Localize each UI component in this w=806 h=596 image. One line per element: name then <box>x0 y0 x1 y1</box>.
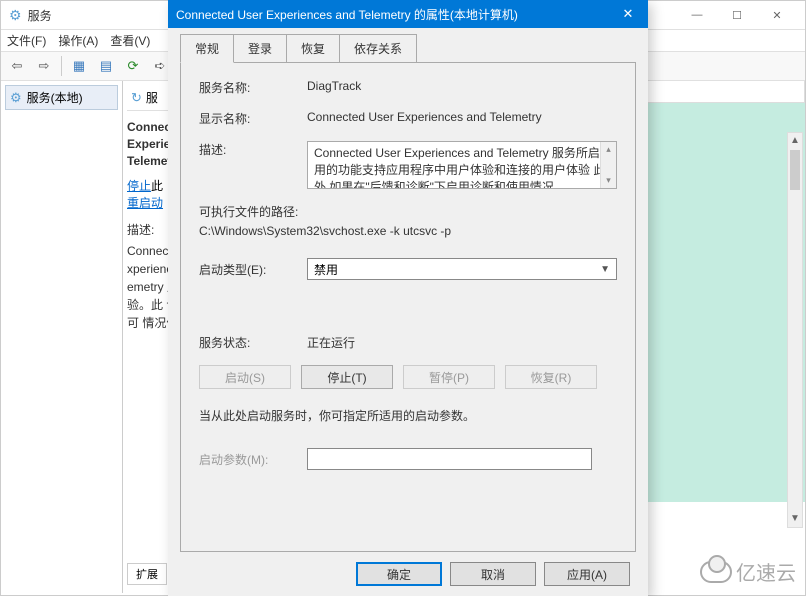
startup-type-select[interactable]: 禁用 ▼ <box>307 258 617 280</box>
description-textbox[interactable]: Connected User Experiences and Telemetry… <box>307 141 617 189</box>
chevron-down-icon: ▼ <box>600 264 610 275</box>
tree-item-services-local[interactable]: ⚙ 服务(本地) <box>5 85 118 110</box>
tab-dependencies[interactable]: 依存关系 <box>339 34 417 62</box>
toolbar-refresh-icon[interactable]: ⟳ <box>121 54 145 78</box>
watermark: 亿速云 <box>700 557 796 586</box>
toolbar-grid-icon[interactable]: ▦ <box>67 54 91 78</box>
nav-forward-button[interactable]: ⇨ <box>32 54 56 78</box>
close-button[interactable]: ✕ <box>757 1 797 29</box>
cancel-button[interactable]: 取消 <box>450 562 536 586</box>
scroll-up-arrow[interactable]: ▲ <box>788 133 802 149</box>
tab-extended[interactable]: 扩展 <box>127 563 167 585</box>
refresh-icon: ↻ <box>131 90 142 106</box>
up-arrow-icon[interactable]: ▴ <box>601 142 616 157</box>
tree-item-label: 服务(本地) <box>27 89 83 106</box>
value-service-status: 正在运行 <box>307 334 617 351</box>
hint-text: 当从此处启动服务时，你可指定所适用的启动参数。 <box>199 407 617 424</box>
value-display-name: Connected User Experiences and Telemetry <box>307 110 617 124</box>
scroll-down-arrow[interactable]: ▼ <box>788 511 802 527</box>
tab-strip: 常规 登录 恢复 依存关系 <box>168 34 648 62</box>
start-params-input <box>307 448 592 470</box>
down-arrow-icon[interactable]: ▾ <box>601 173 616 188</box>
start-button: 启动(S) <box>199 365 291 389</box>
resume-button: 恢复(R) <box>505 365 597 389</box>
dialog-titlebar: Connected User Experiences and Telemetry… <box>168 0 648 28</box>
dialog-title: Connected User Experiences and Telemetry… <box>176 6 608 23</box>
tab-recovery[interactable]: 恢复 <box>286 34 340 62</box>
minimize-button[interactable]: — <box>677 1 717 29</box>
value-exe-path: C:\Windows\System32\svchost.exe -k utcsv… <box>199 224 617 238</box>
tab-general[interactable]: 常规 <box>180 34 234 63</box>
gear-icon: ⚙ <box>9 7 22 24</box>
label-startup-type: 启动类型(E): <box>199 261 307 278</box>
ok-button[interactable]: 确定 <box>356 562 442 586</box>
stop-button[interactable]: 停止(T) <box>301 365 393 389</box>
apply-button[interactable]: 应用(A) <box>544 562 630 586</box>
menu-action[interactable]: 操作(A) <box>58 32 98 49</box>
label-start-params: 启动参数(M): <box>199 451 307 468</box>
startup-type-value: 禁用 <box>314 261 338 278</box>
label-service-name: 服务名称: <box>199 79 307 96</box>
tab-content-general: 服务名称: DiagTrack 显示名称: Connected User Exp… <box>180 62 636 552</box>
scrollbar[interactable]: ▲ ▼ <box>787 132 803 528</box>
scroll-thumb[interactable] <box>790 150 800 190</box>
label-description: 描述: <box>199 141 307 158</box>
dialog-close-button[interactable]: ✕ <box>608 0 648 28</box>
label-service-status: 服务状态: <box>199 334 307 351</box>
value-service-name: DiagTrack <box>307 79 617 93</box>
menu-file[interactable]: 文件(F) <box>7 32 46 49</box>
gear-icon: ⚙ <box>10 90 22 106</box>
pause-button: 暂停(P) <box>403 365 495 389</box>
stop-link[interactable]: 停止 <box>127 179 151 193</box>
menu-view[interactable]: 查看(V) <box>110 32 150 49</box>
toolbar-properties-icon[interactable]: ▤ <box>94 54 118 78</box>
cloud-icon <box>700 561 732 583</box>
restart-link[interactable]: 重启动 <box>127 196 163 210</box>
service-properties-dialog: Connected User Experiences and Telemetry… <box>168 0 648 596</box>
detail-header-text: 服 <box>146 89 158 106</box>
tree-panel: ⚙ 服务(本地) <box>1 81 123 593</box>
maximize-button[interactable]: ☐ <box>717 1 757 29</box>
desc-scrollbar[interactable]: ▴ ▾ <box>600 142 616 188</box>
nav-back-button[interactable]: ⇦ <box>5 54 29 78</box>
label-exe-path: 可执行文件的路径: <box>199 203 617 220</box>
label-display-name: 显示名称: <box>199 110 307 127</box>
tab-logon[interactable]: 登录 <box>233 34 287 62</box>
